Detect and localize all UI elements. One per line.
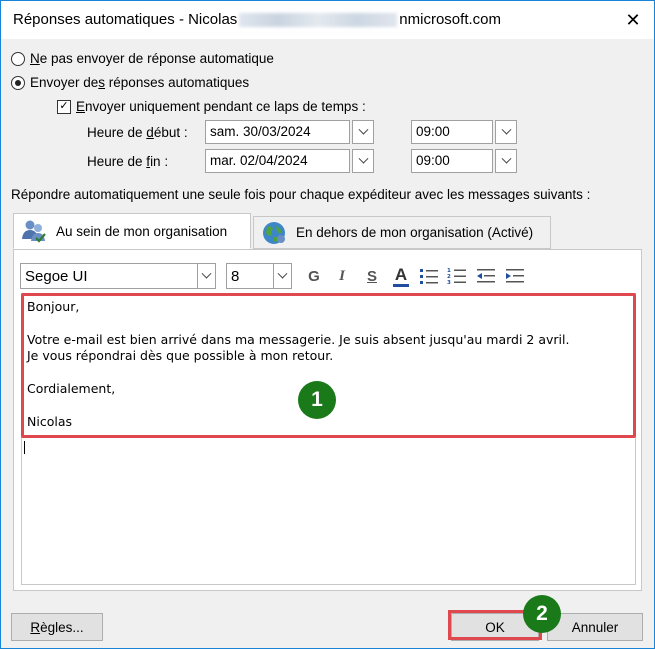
tab-inside-organization-label: Au sein de mon organisation <box>56 223 228 239</box>
font-color-icon: A <box>394 264 408 284</box>
start-date-value[interactable]: sam. 30/03/2024 <box>205 120 350 144</box>
close-icon: ✕ <box>625 9 641 30</box>
font-color-button[interactable]: A <box>389 263 413 289</box>
redacted-email <box>239 13 398 28</box>
chevron-down-icon <box>501 124 511 135</box>
end-date-picker[interactable]: mar. 02/04/2024 <box>205 149 374 173</box>
checkbox-only-during-box[interactable]: ✓ <box>57 99 71 114</box>
start-date-picker[interactable]: sam. 30/03/2024 <box>205 120 374 144</box>
increase-indent-icon <box>506 269 524 283</box>
font-family-value[interactable]: Segoe UI <box>20 263 198 289</box>
checkbox-only-during[interactable]: ✓ Envoyer uniquement pendant ce laps de … <box>57 99 366 114</box>
font-size-select[interactable]: 8 <box>226 263 292 289</box>
italic-icon: I <box>339 267 345 284</box>
window-title-prefix: Réponses automatiques - Nicolas <box>13 11 238 28</box>
end-date-dropdown[interactable] <box>352 149 374 173</box>
step-badge-2: 2 <box>523 595 561 633</box>
bold-icon: G <box>308 267 320 285</box>
radio-send-reply[interactable]: Envoyer des réponses automatiques <box>11 75 249 90</box>
bullet-list-icon <box>420 269 438 284</box>
font-size-value[interactable]: 8 <box>226 263 274 289</box>
font-family-dropdown[interactable] <box>198 263 216 289</box>
numbering-button[interactable]: 1 2 3 <box>445 263 469 289</box>
radio-no-reply[interactable]: Ne pas envoyer de réponse automatique <box>11 51 274 66</box>
close-button[interactable]: ✕ <box>618 5 648 35</box>
font-size-dropdown[interactable] <box>274 263 292 289</box>
tab-outside-organization[interactable]: En dehors de mon organisation (Activé) <box>253 216 551 249</box>
chevron-down-icon <box>501 153 511 164</box>
people-icon <box>20 217 48 245</box>
font-family-select[interactable]: Segoe UI <box>20 263 216 289</box>
underline-button[interactable]: S <box>360 263 384 289</box>
message-highlight-annotation <box>21 293 636 438</box>
radio-no-reply-circle[interactable] <box>11 51 25 66</box>
cancel-button[interactable]: Annuler <box>547 613 643 641</box>
end-time-picker[interactable]: 09:00 <box>411 149 517 173</box>
start-date-dropdown[interactable] <box>352 120 374 144</box>
italic-button[interactable]: I <box>330 263 354 289</box>
bold-button[interactable]: G <box>302 263 326 289</box>
checkmark-icon: ✓ <box>59 100 69 112</box>
tab-inside-organization[interactable]: Au sein de mon organisation <box>13 213 251 249</box>
start-time-picker[interactable]: 09:00 <box>411 120 517 144</box>
start-time-dropdown[interactable] <box>495 120 517 144</box>
decrease-indent-icon <box>477 269 495 283</box>
numbered-list-icon: 1 2 3 <box>447 268 466 285</box>
step-badge-1: 1 <box>298 381 336 419</box>
start-time-value[interactable]: 09:00 <box>411 120 493 144</box>
chevron-down-icon <box>201 268 212 279</box>
decrease-indent-button[interactable] <box>474 263 498 289</box>
chevron-down-icon <box>277 268 288 279</box>
globe-icon <box>260 219 288 247</box>
checkbox-only-during-label: Envoyer uniquement pendant ce laps de te… <box>76 99 366 114</box>
bullets-button[interactable] <box>417 263 441 289</box>
radio-no-reply-label: Ne pas envoyer de réponse automatique <box>30 51 274 66</box>
title-bar: Réponses automatiques - Nicolas nmicrosof… <box>1 1 654 39</box>
radio-send-reply-label: Envoyer des réponses automatiques <box>30 75 250 90</box>
end-time-dropdown[interactable] <box>495 149 517 173</box>
rules-button-label: Règles... <box>30 619 84 635</box>
window-title-suffix: nmicrosoft.com <box>399 11 501 28</box>
end-time-label: Heure de fin : <box>87 154 169 169</box>
end-date-value[interactable]: mar. 02/04/2024 <box>205 149 350 173</box>
text-caret <box>24 441 25 454</box>
radio-send-reply-circle[interactable] <box>11 75 25 90</box>
increase-indent-button[interactable] <box>503 263 527 289</box>
instruction-text: Répondre automatiquement une seule fois … <box>11 187 591 202</box>
font-color-bar <box>393 283 409 287</box>
underline-icon: S <box>366 267 377 285</box>
svg-text:3: 3 <box>447 280 451 285</box>
start-time-label: Heure de début : <box>87 125 188 140</box>
end-time-value[interactable]: 09:00 <box>411 149 493 173</box>
auto-reply-dialog: Réponses automatiques - Nicolas nmicrosof… <box>0 0 655 649</box>
window-title: Réponses automatiques - Nicolas nmicrosof… <box>13 11 501 28</box>
rules-button[interactable]: Règles... <box>11 613 103 641</box>
chevron-down-icon <box>358 153 368 164</box>
tab-outside-organization-label: En dehors de mon organisation (Activé) <box>296 225 534 240</box>
chevron-down-icon <box>358 124 368 135</box>
